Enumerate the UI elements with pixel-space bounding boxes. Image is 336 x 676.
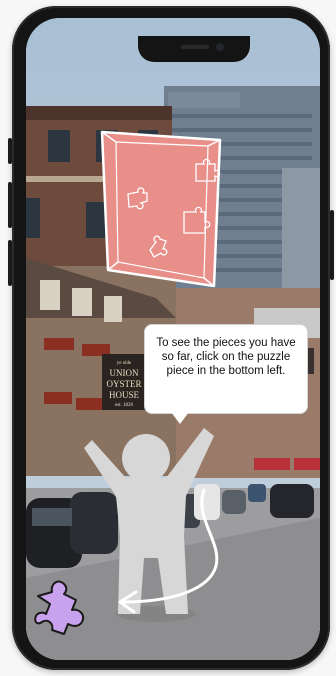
tutorial-hint-text: To see the pieces you have so far, click… (156, 337, 296, 377)
speaker-grille (181, 45, 209, 49)
restaurant-sign: ye olde UNION OYSTER HOUSE est. 1826 (102, 354, 146, 410)
volume-up-button (8, 182, 12, 228)
svg-text:UNION: UNION (110, 368, 139, 378)
bubble-tail (171, 412, 189, 424)
svg-text:OYSTER: OYSTER (106, 379, 141, 389)
svg-text:HOUSE: HOUSE (109, 390, 140, 400)
puzzle-piece-icon[interactable] (30, 574, 96, 640)
tutorial-hint-bubble: To see the pieces you have so far, click… (144, 324, 308, 414)
svg-text:est. 1826: est. 1826 (115, 403, 134, 408)
phone-notch (138, 36, 250, 62)
svg-text:ye olde: ye olde (117, 361, 132, 366)
phone-screen: ye olde UNION OYSTER HOUSE est. 1826 To … (26, 18, 320, 660)
mute-switch (8, 138, 12, 164)
power-button (330, 210, 334, 280)
treasure-map-icon[interactable] (100, 130, 222, 288)
volume-down-button (8, 240, 12, 286)
front-camera (216, 43, 224, 51)
